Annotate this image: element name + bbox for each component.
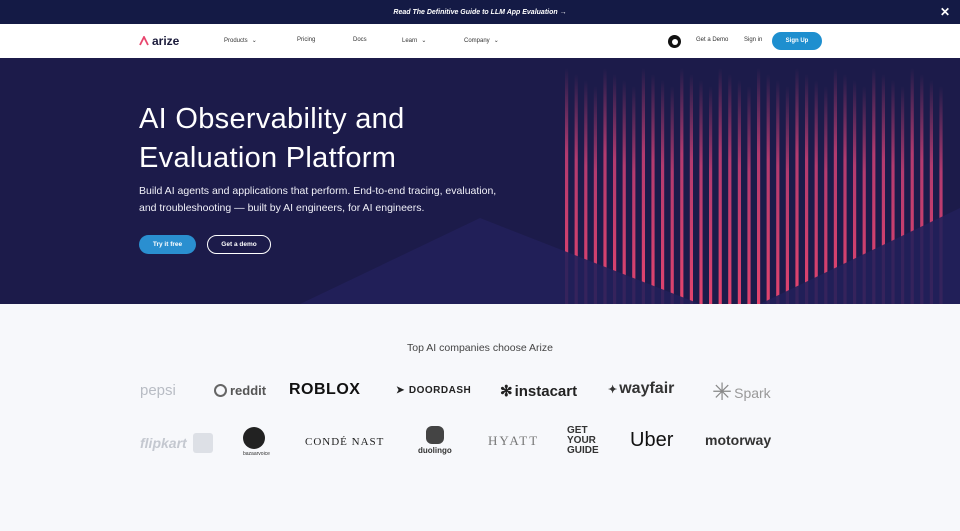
github-icon[interactable]: [668, 35, 681, 48]
nav-products-label: Products: [224, 37, 248, 44]
flipkart-bag-icon: [192, 433, 213, 453]
customer-logo-uber: Uber: [630, 429, 674, 451]
doordash-icon: ➤: [396, 385, 405, 396]
bazaarvoice-icon: [243, 427, 265, 449]
sign-up-button[interactable]: Sign Up: [772, 32, 822, 50]
hero-subtitle: Build AI agents and applications that pe…: [139, 183, 539, 217]
customer-logo-pepsi: pepsi: [140, 382, 176, 399]
hero-title: AI Observability and Evaluation Platform: [139, 100, 559, 178]
arize-logo-icon: [139, 36, 149, 46]
hero-stripe: [737, 80, 741, 304]
hero-stripe: [757, 68, 761, 304]
customer-logo-motorway: motorway: [705, 432, 772, 448]
hero-stripe: [785, 86, 789, 304]
hero-stripe: [728, 74, 732, 304]
hero-stripe: [699, 80, 703, 304]
top-navigation: arize Products ⌄ Pricing Docs Learn ⌄ Comp…: [0, 24, 960, 58]
hero-stripe: [824, 86, 828, 304]
hero-stripe: [689, 74, 693, 304]
hero-stripe: [718, 68, 722, 304]
nav-docs-label: Docs: [353, 37, 367, 43]
hero-stripe: [622, 80, 626, 304]
chevron-down-icon: ⌄: [493, 38, 499, 44]
instacart-label: instacart: [514, 382, 578, 400]
brand-name: arize: [152, 34, 180, 48]
nav-learn[interactable]: Learn ⌄: [402, 37, 427, 45]
customers-title: Top AI companies choose Arize: [407, 342, 553, 354]
hero-stripe: [670, 86, 674, 304]
announcement-bar[interactable]: Read The Definitive Guide to LLM App Eva…: [0, 0, 960, 24]
nav-pricing[interactable]: Pricing: [297, 37, 315, 43]
customer-logo-spark: ✳ Spark: [712, 378, 771, 407]
spark-icon: ✳: [712, 379, 733, 406]
hero-title-line1: AI Observability and: [139, 103, 405, 135]
customer-logo-instacart: ✻ instacart: [500, 382, 578, 401]
bazaarvoice-label: bazaarvoice: [243, 451, 270, 457]
hero-background-art: [300, 68, 960, 304]
hero-subtitle-line1: Build AI agents and applications that pe…: [139, 185, 497, 197]
hero-stripe: [651, 74, 655, 304]
hero-stripe: [814, 80, 818, 304]
customer-logo-doordash: ➤ DOORDASH: [396, 385, 471, 396]
hero-stripe: [613, 74, 617, 304]
carrot-icon: ✻: [500, 383, 513, 400]
customer-logo-hyatt: HYATT: [488, 433, 540, 448]
sign-in-link[interactable]: Sign in: [744, 37, 762, 43]
hero-stripe: [680, 68, 684, 304]
hero-subtitle-line2: and troubleshooting — built by AI engine…: [139, 202, 425, 214]
hero-stripe: [766, 74, 770, 304]
customer-logo-getyourguide: GET YOUR GUIDE: [567, 425, 599, 456]
doordash-label: DOORDASH: [408, 385, 472, 396]
close-icon[interactable]: ✕: [940, 5, 950, 19]
nav-pricing-label: Pricing: [297, 37, 316, 43]
reddit-label: reddit: [230, 383, 267, 398]
duolingo-label: duolingo: [418, 446, 452, 455]
nav-docs[interactable]: Docs: [353, 37, 367, 43]
customer-logo-bazaarvoice: bazaarvoice: [243, 427, 270, 457]
hero-stripe: [776, 80, 780, 304]
nav-company-label: Company: [464, 37, 490, 44]
hero-stripe: [795, 68, 799, 304]
spark-label: Spark: [734, 384, 771, 401]
chevron-down-icon: ⌄: [251, 38, 257, 44]
reddit-icon: [214, 384, 227, 397]
hero-section: AI Observability and Evaluation Platform …: [0, 58, 960, 304]
hero-stripe: [641, 68, 645, 304]
customer-logo-roblox: ROBLOX: [289, 381, 361, 398]
get-demo-link[interactable]: Get a Demo: [696, 37, 728, 43]
nav-learn-label: Learn: [402, 37, 418, 44]
customer-logo-wayfair: ✦ wayfair: [608, 380, 674, 398]
customer-logo-conde-nast: CONDÉ NAST: [305, 436, 385, 448]
flipkart-label: flipkart: [140, 435, 187, 451]
brand-logo[interactable]: arize: [139, 34, 179, 48]
hero-stripe: [632, 86, 636, 304]
hero-title-line2: Evaluation Platform: [139, 142, 397, 174]
wayfair-icon: ✦: [608, 383, 618, 396]
hero-stripe: [747, 86, 751, 304]
customer-logo-flipkart: flipkart: [140, 433, 213, 453]
hero-stripe: [709, 86, 713, 304]
get-a-demo-button[interactable]: Get a demo: [207, 235, 271, 254]
customer-logo-duolingo: duolingo: [418, 426, 452, 455]
try-it-free-button[interactable]: Try it free: [139, 235, 196, 254]
hero-stripe: [805, 74, 809, 304]
owl-icon: [425, 426, 444, 444]
nav-company[interactable]: Company ⌄: [464, 37, 499, 45]
announcement-text[interactable]: Read The Definitive Guide to LLM App Eva…: [393, 9, 566, 16]
chevron-down-icon: ⌄: [421, 38, 427, 44]
wayfair-label: wayfair: [619, 380, 675, 397]
customer-logo-reddit: reddit: [214, 383, 266, 398]
hero-stripe: [661, 80, 665, 304]
nav-products[interactable]: Products ⌄: [224, 37, 257, 45]
